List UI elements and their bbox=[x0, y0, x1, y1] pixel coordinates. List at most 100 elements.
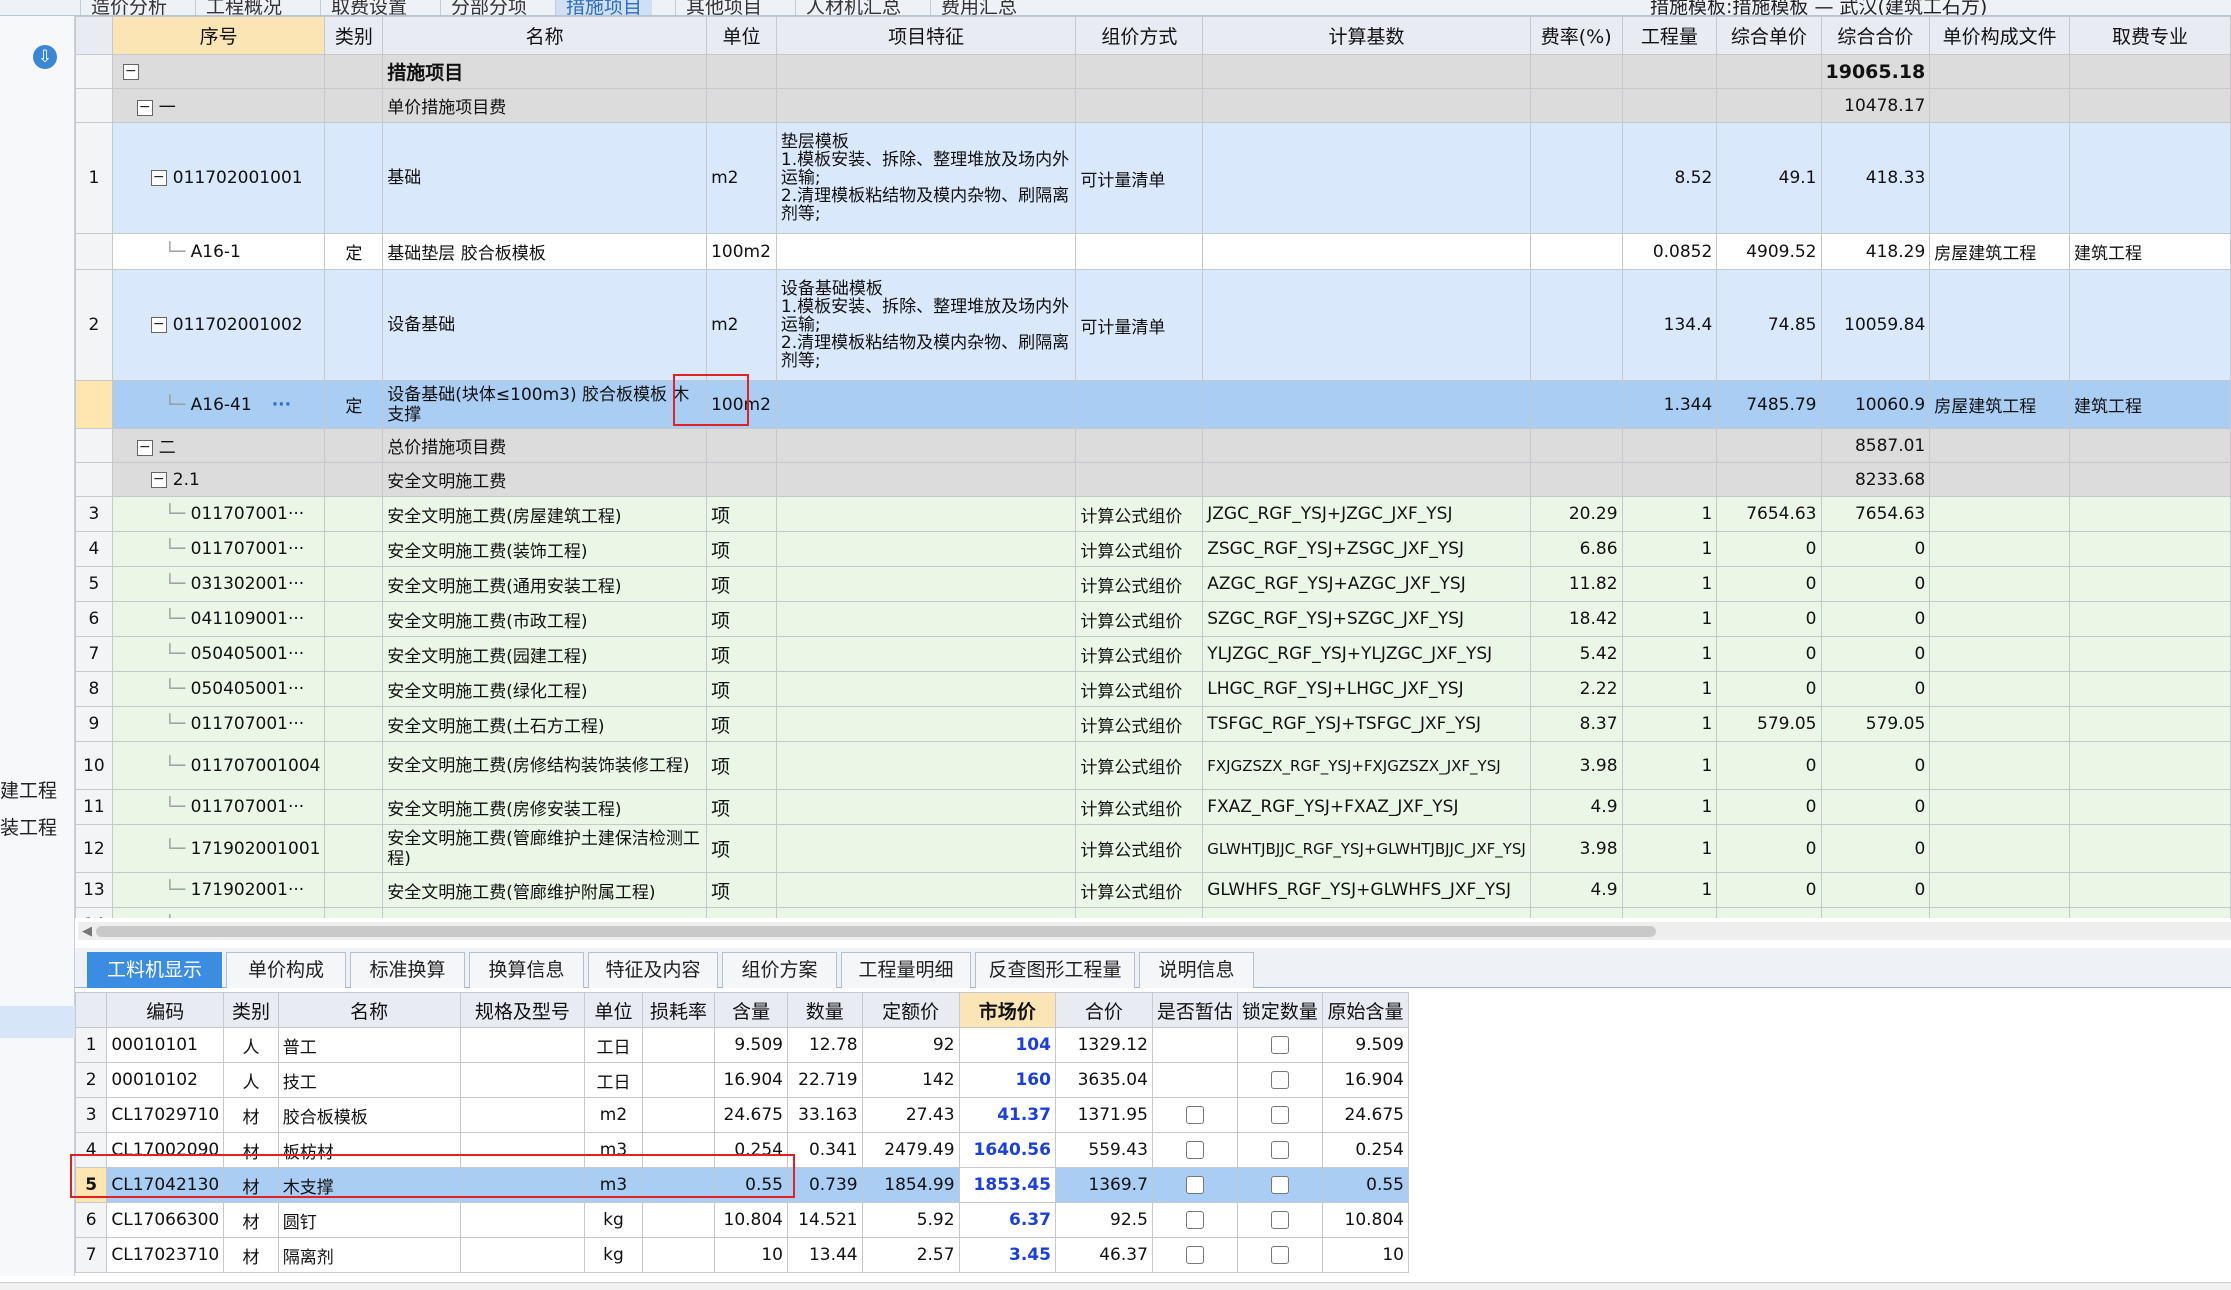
column-header[interactable]: 数量 bbox=[787, 992, 863, 1028]
cat-cell[interactable] bbox=[324, 531, 384, 567]
column-header[interactable]: 规格及型号 bbox=[459, 992, 586, 1028]
table-row[interactable]: 5 CL17042130 材木支撑 m3 0.55 0.739 1854.99 1853.45… bbox=[75, 1167, 1409, 1203]
table-row[interactable]: 8 └─ 050405001··· 安全文明施工费(绿化工程) 项计算公式组价 LHGC… bbox=[75, 671, 2231, 707]
quantity-cell[interactable]: 22.719 bbox=[787, 1062, 863, 1098]
cat-cell[interactable] bbox=[324, 428, 384, 463]
name-cell[interactable]: 设备基础 bbox=[382, 269, 708, 381]
qty-cell[interactable]: 1 bbox=[1621, 824, 1718, 873]
code-cell[interactable]: └─ 011707001··· bbox=[111, 789, 326, 825]
rate-cell[interactable] bbox=[1529, 428, 1623, 463]
unit-cell[interactable]: m2 bbox=[706, 269, 777, 381]
column-header[interactable]: 工程量 bbox=[1621, 16, 1718, 55]
method-cell[interactable]: 计算公式组价 bbox=[1075, 496, 1204, 532]
code-cell[interactable]: CL17023710 bbox=[106, 1237, 225, 1273]
qty-cell[interactable]: 134.4 bbox=[1621, 269, 1718, 381]
column-header[interactable]: 单价构成文件 bbox=[1929, 16, 2070, 55]
name-cell[interactable]: 木支撑 bbox=[277, 1167, 461, 1203]
feature-cell[interactable] bbox=[775, 907, 1077, 918]
base-cell[interactable]: GLWHFS_RGF_YSJ+GLWHFS_JXF_YSJ bbox=[1202, 872, 1531, 908]
detail-tab[interactable]: 标准换算 bbox=[350, 952, 465, 988]
major-cell[interactable] bbox=[2068, 88, 2231, 123]
rate-cell[interactable]: 18.42 bbox=[1529, 601, 1623, 637]
major-cell[interactable] bbox=[2068, 496, 2231, 532]
original-content-cell[interactable]: 10 bbox=[1321, 1237, 1409, 1273]
unit-cell[interactable]: 工日 bbox=[584, 1062, 643, 1098]
code-cell[interactable]: CL17002090 bbox=[106, 1132, 225, 1168]
top-tab[interactable]: 分部分项 bbox=[440, 0, 537, 15]
lock-quantity-checkbox[interactable] bbox=[1270, 1211, 1289, 1229]
code-cell[interactable]: └─ 011707001··· bbox=[111, 531, 326, 567]
rate-cell[interactable] bbox=[1529, 122, 1623, 234]
table-row[interactable]: 11 └─ 011707001··· 安全文明施工费(房修安装工程) 项计算公式组价 F… bbox=[75, 789, 2231, 825]
feature-cell[interactable] bbox=[775, 496, 1077, 532]
code-cell[interactable]: −2.1 bbox=[111, 462, 326, 497]
feature-cell[interactable] bbox=[775, 462, 1077, 497]
base-cell[interactable] bbox=[1202, 380, 1531, 429]
cat-cell[interactable] bbox=[324, 88, 384, 123]
base-cell[interactable]: ZSGC_RGF_YSJ+ZSGC_JXF_YSJ bbox=[1202, 531, 1531, 567]
name-cell[interactable]: 安全文明施工费(市政工程) bbox=[382, 601, 708, 637]
table-row[interactable]: 4 └─ 011707001··· 安全文明施工费(装饰工程) 项计算公式组价 ZSGC… bbox=[75, 531, 2231, 567]
table-row[interactable]: 7 └─ 050405001··· 安全文明施工费(园建工程) 项计算公式组价 YLJZ… bbox=[75, 636, 2231, 672]
method-cell[interactable]: 计算公式组价 bbox=[1075, 531, 1204, 567]
lock-quantity-checkbox[interactable] bbox=[1270, 1176, 1289, 1194]
base-cell[interactable] bbox=[1202, 428, 1531, 463]
qty-cell[interactable]: 1 bbox=[1621, 789, 1718, 825]
table-row[interactable]: 3 CL17029710 材胶合板模板 m2 24.675 33.163 27.43 41.3… bbox=[75, 1097, 1409, 1133]
market-price-cell[interactable]: 104 bbox=[958, 1027, 1056, 1063]
cat-cell[interactable] bbox=[324, 741, 384, 790]
total-cell[interactable]: 0 bbox=[1820, 601, 1931, 637]
table-row[interactable]: 1−011702001001 基础 m2 垫层模板 1.模板安装、拆除、整理堆放及场内… bbox=[75, 122, 2231, 234]
column-header[interactable]: 名称 bbox=[382, 16, 708, 55]
major-cell[interactable] bbox=[2068, 741, 2231, 790]
name-cell[interactable]: 措施项目 bbox=[382, 54, 708, 89]
file-cell[interactable] bbox=[1929, 566, 2070, 602]
code-cell[interactable]: └─ 041109001··· bbox=[111, 601, 326, 637]
qty-cell[interactable]: 1 bbox=[1621, 872, 1718, 908]
code-cell[interactable]: └─ bbox=[111, 907, 326, 918]
total-cell[interactable]: 92.5 bbox=[1054, 1202, 1153, 1238]
estimate-checkbox[interactable] bbox=[1185, 1246, 1204, 1264]
unit-cell[interactable] bbox=[706, 54, 777, 89]
top-tab[interactable]: 措施项目 bbox=[555, 0, 653, 15]
spec-cell[interactable] bbox=[459, 1062, 586, 1098]
estimate-checkbox[interactable] bbox=[1185, 1211, 1204, 1229]
method-cell[interactable]: 计算公式组价 bbox=[1075, 789, 1204, 825]
column-header[interactable]: 综合合价 bbox=[1820, 16, 1931, 55]
file-cell[interactable] bbox=[1929, 462, 2070, 497]
category-cell[interactable]: 材 bbox=[223, 1132, 279, 1168]
table-row[interactable]: 12 └─ 171902001001 安全文明施工费(管廊维护土建保洁检测工程) 项计… bbox=[75, 824, 2231, 873]
code-cell[interactable]: └─ 011707001··· bbox=[111, 496, 326, 532]
table-row[interactable]: − 二 总价措施项目费 8587.01 bbox=[75, 428, 2231, 463]
category-cell[interactable]: 人 bbox=[223, 1062, 279, 1098]
rate-cell[interactable] bbox=[1529, 907, 1623, 918]
qty-cell[interactable] bbox=[1621, 907, 1718, 918]
spec-cell[interactable] bbox=[459, 1202, 586, 1238]
name-cell[interactable]: 安全文明施工费 bbox=[382, 462, 708, 497]
name-cell[interactable]: 板枋材 bbox=[277, 1132, 461, 1168]
name-cell[interactable]: 基础垫层 胶合板模板 bbox=[382, 233, 708, 270]
loss-rate-cell[interactable] bbox=[641, 1062, 716, 1098]
estimate-checkbox[interactable] bbox=[1185, 1106, 1204, 1124]
column-header[interactable]: 类别 bbox=[223, 992, 279, 1028]
price-cell[interactable]: 0 bbox=[1716, 789, 1822, 825]
major-cell[interactable] bbox=[2068, 671, 2231, 707]
base-cell[interactable]: TSFGC_RGF_YSJ+TSFGC_JXF_YSJ bbox=[1202, 706, 1531, 742]
download-icon[interactable]: ⇩ bbox=[33, 45, 57, 69]
code-cell[interactable]: 00010102 bbox=[106, 1062, 225, 1098]
rate-cell[interactable] bbox=[1529, 269, 1623, 381]
unit-cell[interactable]: m3 bbox=[584, 1167, 643, 1203]
qty-cell[interactable] bbox=[1621, 88, 1718, 123]
detail-tab[interactable]: 组价方案 bbox=[722, 952, 837, 988]
name-cell[interactable]: 安全文明施工费(管廊维护附属工程) bbox=[382, 872, 708, 908]
price-cell[interactable]: 7485.79 bbox=[1716, 380, 1822, 429]
price-cell[interactable]: 7654.63 bbox=[1716, 496, 1822, 532]
total-cell[interactable]: 418.29 bbox=[1820, 233, 1931, 270]
file-cell[interactable] bbox=[1929, 824, 2070, 873]
quota-price-cell[interactable]: 142 bbox=[861, 1062, 960, 1098]
price-cell[interactable]: 49.1 bbox=[1716, 122, 1822, 234]
name-cell[interactable]: 安全文明施工费(管廊维护土建保洁检测工程) bbox=[382, 824, 708, 873]
content-cell[interactable]: 24.675 bbox=[714, 1097, 788, 1133]
lock-quantity-checkbox[interactable] bbox=[1270, 1036, 1289, 1054]
total-cell[interactable]: 0 bbox=[1820, 741, 1931, 790]
